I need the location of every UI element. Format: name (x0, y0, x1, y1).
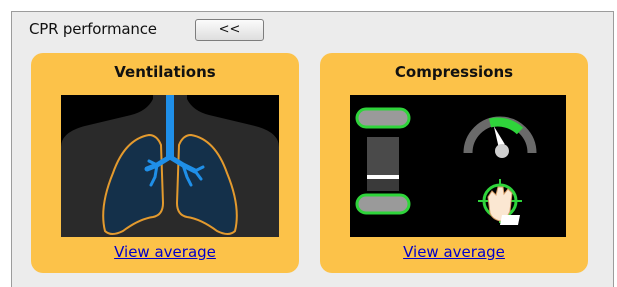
ventilations-image (61, 95, 279, 237)
compressions-card: Compressions View average (320, 53, 588, 273)
cpr-performance-panel: CPR performance << Ventilations View ave… (11, 11, 614, 287)
ventilations-title: Ventilations (114, 63, 216, 81)
ventilations-card: Ventilations View average (31, 53, 299, 273)
panel-title: CPR performance (29, 20, 157, 38)
panel-header: CPR performance << (12, 12, 613, 46)
compressions-view-average-link[interactable]: View average (320, 243, 588, 261)
ventilations-view-average-link[interactable]: View average (31, 243, 299, 261)
compressions-image (350, 95, 566, 237)
compression-depth-icon (355, 107, 411, 215)
collapse-button[interactable]: << (195, 19, 264, 41)
lungs-icon (61, 95, 279, 237)
compression-indicators (355, 107, 537, 225)
hand-position-icon (478, 179, 522, 225)
compressions-title: Compressions (394, 63, 514, 81)
rate-gauge-icon (463, 116, 537, 158)
